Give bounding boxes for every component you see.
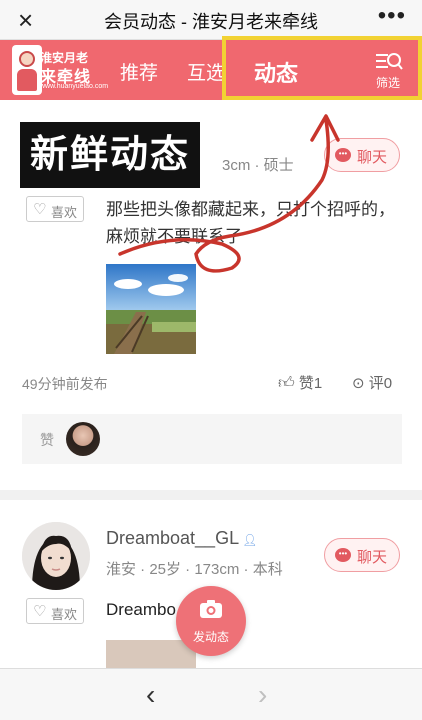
tab-mutual[interactable]: 互选: [187, 58, 225, 85]
browser-topbar: × 会员动态 - 淮安月老来牵线 •••: [0, 0, 422, 40]
forward-icon[interactable]: ›: [258, 679, 267, 711]
like-button[interactable]: ♡ 喜欢: [26, 196, 84, 222]
logo[interactable]: 淮安月老 来牵线 www.huanyuelao.com: [12, 45, 108, 95]
chat-button[interactable]: ••• 聊天: [324, 538, 400, 572]
heart-icon: ♡: [33, 603, 47, 620]
post-meta: 3cm · 硕士: [222, 157, 294, 174]
overlay-title: 新鲜动态: [20, 122, 201, 188]
filter-icon: [376, 53, 403, 70]
like-label: 喜欢: [51, 607, 78, 622]
comment-icon: ⊙: [352, 375, 365, 392]
liker-avatar[interactable]: [66, 422, 100, 456]
avatar[interactable]: [22, 522, 90, 590]
likes-list: 赞: [22, 414, 402, 464]
zan-button[interactable]: 👍︎ 赞1: [278, 372, 322, 393]
like-label: 喜欢: [51, 205, 78, 220]
chat-icon: •••: [335, 148, 351, 162]
tab-recommend[interactable]: 推荐: [120, 58, 158, 85]
likes-label: 赞: [40, 432, 54, 448]
more-icon[interactable]: •••: [378, 2, 406, 30]
filter-button[interactable]: 筛选: [370, 50, 406, 90]
camera-icon: [200, 600, 222, 618]
user-meta: 淮安 · 25岁 · 173cm · 本科: [106, 561, 283, 578]
post-text: 那些把头像都藏起来，只打个招呼的，麻烦就不要联系了: [106, 200, 395, 246]
post-card: 3cm · 硕士 新鲜动态 ••• 聊天 ♡ 喜欢 那些把头像都藏起来，只打个招…: [0, 100, 422, 490]
page-title: 会员动态 - 淮安月老来牵线: [104, 12, 318, 32]
chat-icon: •••: [335, 548, 351, 562]
tab-dynamics-label: 动态: [254, 61, 299, 86]
filter-label: 筛选: [375, 76, 400, 90]
matchmaker-logo-icon: [12, 45, 42, 95]
user-name-text: Dreamboat__GL: [106, 528, 240, 548]
post-image[interactable]: [106, 264, 196, 354]
comment-button[interactable]: ⊙ 评0: [352, 372, 392, 393]
post-dynamic-button[interactable]: 发动态: [176, 586, 246, 656]
comment-label: 评: [368, 375, 384, 392]
zan-label: 赞: [298, 375, 314, 392]
chat-label: 聊天: [357, 149, 388, 166]
heart-icon: ♡: [33, 201, 47, 218]
back-icon[interactable]: ‹: [146, 679, 155, 711]
user-avatar-image: [22, 522, 90, 590]
thumbs-up-icon: 👍︎: [278, 375, 295, 392]
post-text: Dreambo: [106, 600, 176, 619]
logo-url: www.huanyuelao.com: [40, 83, 109, 90]
like-button[interactable]: ♡ 喜欢: [26, 598, 84, 624]
chat-label: 聊天: [357, 549, 388, 566]
user-name[interactable]: Dreamboat__GL 👤︎: [106, 528, 257, 549]
post-time: 49分钟前发布: [22, 376, 108, 392]
zan-count: 1: [313, 375, 323, 392]
post-dynamic-label: 发动态: [192, 630, 229, 644]
comment-count: 0: [383, 375, 393, 392]
landscape-image: [106, 264, 196, 354]
browser-bottombar: ‹ ›: [0, 668, 422, 720]
chat-button[interactable]: ••• 聊天: [324, 138, 400, 172]
main-nav: 淮安月老 来牵线 www.huanyuelao.com 推荐 互选 动态 筛选: [0, 36, 422, 100]
verified-user-icon: 👤︎: [242, 533, 258, 547]
